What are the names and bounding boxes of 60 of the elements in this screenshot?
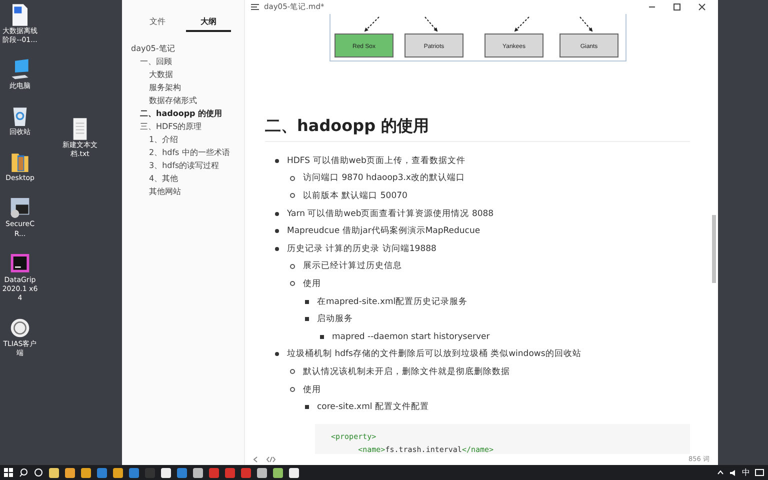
bullet-icon [305, 317, 309, 322]
outline-item[interactable]: 服务架构 [131, 81, 244, 94]
outline-item[interactable]: 3、hdfs的读写过程 [131, 159, 244, 172]
close-icon[interactable] [698, 3, 706, 11]
list-text: HDFS 可以借助web页面上传，查看数据文件 [287, 154, 466, 167]
sidebar-tab[interactable]: 大纲 [186, 14, 231, 32]
chevron-left-icon[interactable] [253, 456, 258, 463]
outline-item[interactable]: 2、hdfs 中的一些术语 [131, 146, 244, 159]
list-text: 以前版本 默认端口 50070 [303, 190, 408, 202]
bullet-icon [290, 281, 295, 286]
terminal-app-icon [10, 196, 30, 220]
outline-item[interactable]: 4、其他 [131, 172, 244, 185]
code-icon[interactable] [266, 456, 276, 463]
speaker-icon[interactable] [729, 468, 737, 476]
outline-item[interactable]: 其他网站 [131, 185, 244, 198]
bullet-icon [275, 212, 279, 216]
outline-item[interactable]: 一、回顾 [131, 55, 244, 68]
outline-item[interactable]: 1、介绍 [131, 133, 244, 146]
list-text: Mapreudcue 借助jar代码案例演示MapReducue [287, 225, 480, 238]
caret-icon[interactable] [717, 470, 724, 475]
outline-item[interactable]: day05-笔记 [131, 42, 244, 55]
bullet-icon [275, 352, 279, 356]
bullet-icon [290, 387, 295, 392]
document-icon [10, 3, 30, 27]
bullet-icon [290, 176, 295, 181]
bullet-icon [305, 300, 309, 304]
list-text: 访问端口 9870 hdaoop3.x改的默认端口 [303, 172, 465, 184]
bullet-icon [290, 264, 295, 269]
outline-item[interactable]: 大数据 [131, 68, 244, 81]
sidebar-tab[interactable]: 文件 [135, 14, 180, 32]
bullet-icon [290, 193, 295, 198]
input-method-indicator[interactable]: 中 [742, 467, 750, 478]
maximize-icon[interactable] [673, 3, 681, 11]
list-text: 在mapred-site.xml配置历史记录服务 [317, 296, 468, 308]
start-icon[interactable] [4, 468, 13, 477]
scrollbar-thumb[interactable] [712, 215, 716, 283]
bullet-icon [320, 334, 324, 339]
menu-icon[interactable] [251, 4, 259, 10]
bullet-icon [290, 369, 295, 374]
list-text: core-site.xml 配置文件配置 [317, 401, 429, 414]
bullet-icon [275, 229, 279, 234]
circle-icon[interactable] [34, 468, 43, 477]
outline-item[interactable]: 数据存储形式 [131, 94, 244, 107]
bullet-icon [275, 158, 279, 163]
list-text: Yarn 可以借助web页面查看计算资源使用情况 8088 [287, 208, 494, 220]
list-text: 启动服务 [317, 313, 353, 326]
search-icon[interactable] [19, 468, 28, 477]
list-text: 垃圾桶机制 hdfs存储的文件删除后可以放到垃圾桶 类似windows的回收站 [287, 348, 582, 360]
outline-item[interactable]: 三、HDFS的原理 [131, 120, 244, 133]
list-text: 使用 [303, 278, 321, 290]
list-text: 展示已经计算过历史信息 [303, 260, 402, 272]
notification-icon[interactable] [755, 468, 764, 476]
list-text: 使用 [303, 384, 321, 396]
list-text: 历史记录 计算的历史录 访问端19888 [287, 242, 436, 255]
outline-item[interactable]: 二、hadoopp 的使用 [131, 107, 244, 120]
bullet-icon [305, 405, 309, 410]
section-heading: 二、hadoopp 的使用 [265, 116, 690, 142]
list-text: 默认情况该机制未开启，删除文件就是彻底删除数据 [303, 366, 510, 378]
list-text: mapred --daemon start historyserver [332, 332, 490, 342]
bullet-icon [275, 246, 279, 251]
